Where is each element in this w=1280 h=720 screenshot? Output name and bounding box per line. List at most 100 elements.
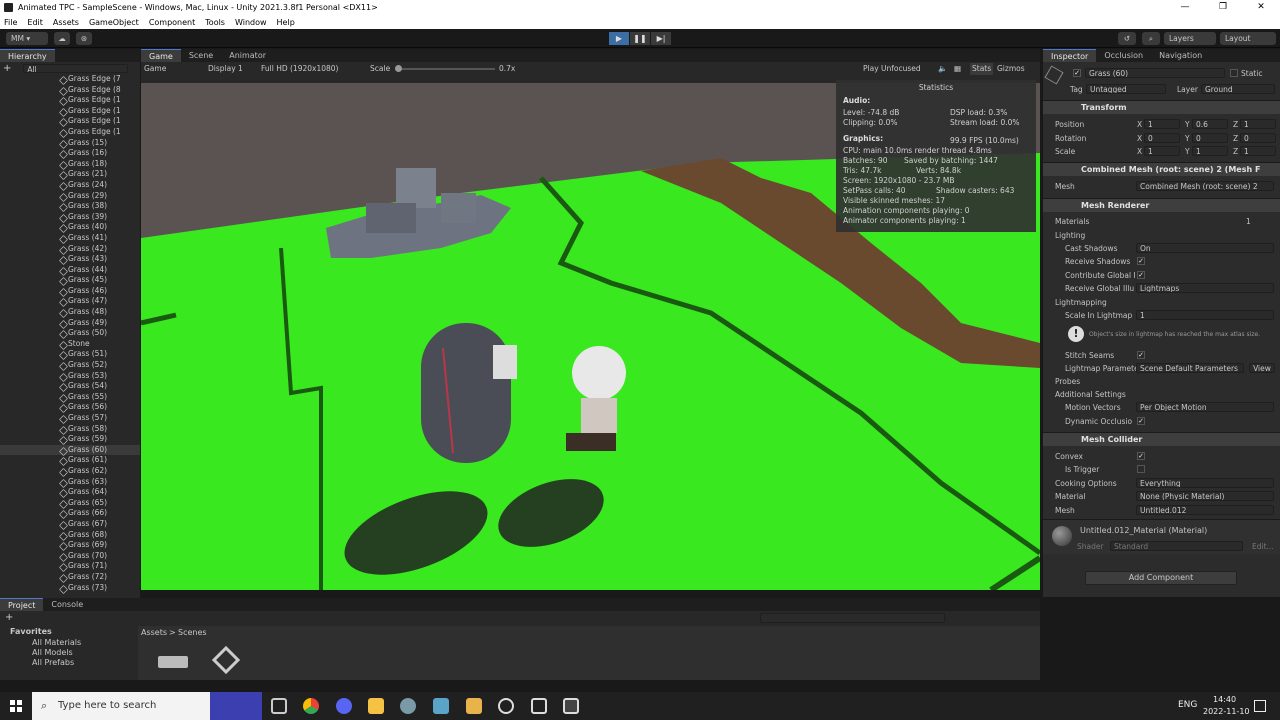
project-search-input[interactable] [760, 613, 945, 623]
hierarchy-item[interactable]: Grass (43) [0, 254, 140, 265]
hierarchy-item[interactable]: Grass (40) [0, 222, 140, 233]
probes-label[interactable]: Probes [1055, 377, 1080, 386]
favorites-label[interactable]: Favorites [10, 627, 52, 636]
game-mode-dropdown[interactable]: Game [144, 63, 166, 75]
menu-edit[interactable]: Edit [27, 18, 43, 27]
hierarchy-item[interactable]: Grass (70) [0, 551, 140, 562]
breadcrumb-assets[interactable]: Assets [141, 628, 167, 637]
hierarchy-item[interactable]: Grass (60) [0, 444, 140, 456]
hierarchy-item[interactable]: Grass (39) [0, 212, 140, 223]
hierarchy-item[interactable]: Grass (46) [0, 286, 140, 297]
start-icon[interactable] [10, 700, 22, 712]
lightmap-params-dropdown[interactable]: Scene Default Parameters [1136, 363, 1244, 373]
tab-project[interactable]: Project [0, 598, 44, 611]
mesh2-field[interactable]: Untitled.012 [1136, 505, 1274, 515]
unity-scene-icon[interactable] [211, 645, 241, 675]
scl-y-field[interactable]: 1 [1192, 146, 1228, 156]
folder-icon[interactable] [158, 656, 188, 668]
hierarchy-item[interactable]: Grass (51) [0, 349, 140, 360]
minimize-button[interactable]: — [1166, 0, 1204, 15]
lightmapping-label[interactable]: Lightmapping [1055, 298, 1107, 307]
menu-component[interactable]: Component [149, 18, 195, 27]
hierarchy-item[interactable]: Grass (71) [0, 561, 140, 572]
scl-z-field[interactable]: 1 [1240, 146, 1276, 156]
rot-x-field[interactable]: 0 [1144, 133, 1180, 143]
motion-vectors-dropdown[interactable]: Per Object Motion [1136, 402, 1274, 412]
clock-time[interactable]: 14:40 [1213, 695, 1236, 704]
cooking-dropdown[interactable]: Everything [1136, 478, 1274, 488]
task-view-icon[interactable] [271, 698, 287, 714]
tag-dropdown[interactable]: Untagged [1086, 84, 1166, 94]
mesh-collider-header[interactable]: Mesh Collider [1043, 432, 1280, 446]
menu-tools[interactable]: Tools [205, 18, 225, 27]
hierarchy-item[interactable]: Grass (56) [0, 402, 140, 413]
stitch-seams-checkbox[interactable]: ✓ [1137, 351, 1145, 359]
tab-console[interactable]: Console [43, 598, 91, 611]
hierarchy-item[interactable]: Grass (66) [0, 508, 140, 519]
view-button[interactable]: View [1249, 363, 1275, 373]
hierarchy-item[interactable]: Grass (52) [0, 360, 140, 371]
pos-z-field[interactable]: 1 [1240, 119, 1276, 129]
hierarchy-item[interactable]: Stone [0, 339, 140, 350]
contribute-gi-checkbox[interactable]: ✓ [1137, 271, 1145, 279]
project-add-icon[interactable]: + [5, 612, 13, 623]
active-checkbox[interactable]: ✓ [1073, 69, 1081, 77]
history-icon[interactable]: ↺ [1118, 32, 1136, 45]
hierarchy-item[interactable]: Grass (48) [0, 307, 140, 318]
resolution-dropdown[interactable]: Full HD (1920x1080) [261, 63, 338, 75]
additional-settings-label[interactable]: Additional Settings [1055, 390, 1126, 399]
receive-shadows-checkbox[interactable]: ✓ [1137, 257, 1145, 265]
hierarchy-item[interactable]: Grass (73) [0, 583, 140, 594]
hierarchy-item[interactable]: Grass Edge (7 [0, 74, 140, 85]
hierarchy-item[interactable]: Grass Edge (1 [0, 127, 140, 138]
gizmos-button[interactable]: Gizmos [997, 63, 1025, 75]
hierarchy-item[interactable]: Grass (41) [0, 233, 140, 244]
app-icon-5[interactable] [400, 698, 416, 714]
hierarchy-item[interactable]: Grass (53) [0, 371, 140, 382]
tab-hierarchy[interactable]: Hierarchy [0, 49, 55, 62]
shortcut-icon[interactable]: ▦ [954, 63, 961, 75]
stats-button[interactable]: Stats [970, 63, 994, 75]
add-icon[interactable]: + [3, 63, 11, 74]
hierarchy-item[interactable]: Grass (65) [0, 498, 140, 509]
menu-window[interactable]: Window [235, 18, 267, 27]
hierarchy-item[interactable]: Grass (58) [0, 424, 140, 435]
tab-game[interactable]: Game [141, 49, 181, 62]
unity-editor-icon[interactable] [563, 698, 579, 714]
hierarchy-item[interactable]: Grass (67) [0, 519, 140, 530]
hierarchy-item[interactable]: Grass (59) [0, 434, 140, 445]
hierarchy-item[interactable]: Grass (49) [0, 318, 140, 329]
hierarchy-item[interactable]: Grass (63) [0, 477, 140, 488]
unity-hub-icon[interactable] [531, 698, 547, 714]
pos-x-field[interactable]: 1 [1144, 119, 1180, 129]
hierarchy-item[interactable]: Grass (24) [0, 180, 140, 191]
scl-x-field[interactable]: 1 [1144, 146, 1180, 156]
pause-icon[interactable]: ❚❚ [630, 32, 650, 45]
convex-checkbox[interactable]: ✓ [1137, 452, 1145, 460]
edit-button[interactable]: Edit... [1252, 542, 1274, 551]
static-checkbox[interactable] [1230, 69, 1238, 77]
scale-lightmap-field[interactable]: 1 [1136, 310, 1274, 320]
hierarchy-item[interactable]: Grass (54) [0, 381, 140, 392]
object-name-field[interactable]: Grass (60) [1085, 68, 1225, 78]
tab-scene[interactable]: Scene [181, 49, 221, 62]
discord-icon[interactable] [336, 698, 352, 714]
menu-assets[interactable]: Assets [53, 18, 79, 27]
materials-label[interactable]: Materials [1055, 217, 1089, 226]
cast-shadows-dropdown[interactable]: On [1136, 243, 1274, 253]
clock-date[interactable]: 2022-11-10 [1203, 707, 1250, 716]
hierarchy-item[interactable]: Grass (18) [0, 159, 140, 170]
rot-y-field[interactable]: 0 [1192, 133, 1228, 143]
language-indicator[interactable]: ENG [1178, 700, 1197, 710]
is-trigger-checkbox[interactable] [1137, 465, 1145, 473]
file-explorer-icon[interactable] [368, 698, 384, 714]
hierarchy-item[interactable]: Grass (29) [0, 191, 140, 202]
hierarchy-item[interactable]: Grass (42) [0, 244, 140, 255]
mesh-renderer-header[interactable]: Mesh Renderer [1043, 198, 1280, 212]
layout-dropdown[interactable]: Layout [1220, 32, 1276, 45]
maximize-button[interactable]: ❐ [1204, 0, 1242, 15]
transform-header[interactable]: Transform [1043, 100, 1280, 114]
app-icon-6[interactable] [433, 698, 449, 714]
search-icon[interactable]: ⌕ [1142, 32, 1160, 45]
hierarchy-item[interactable]: Grass Edge (1 [0, 116, 140, 127]
